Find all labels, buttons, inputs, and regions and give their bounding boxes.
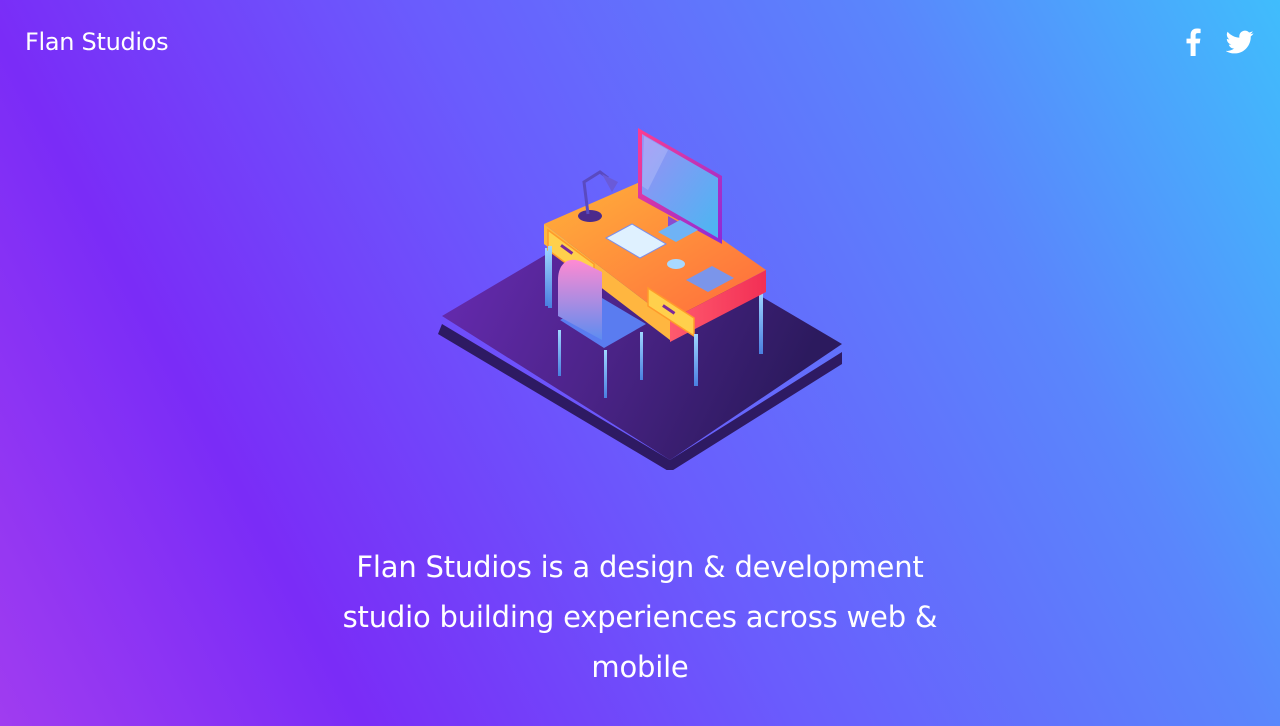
facebook-icon — [1186, 28, 1201, 56]
twitter-icon — [1226, 30, 1254, 54]
desk-illustration — [438, 128, 842, 470]
brand-logo-link[interactable]: Flan Studios — [25, 27, 169, 57]
tagline: Flan Studios is a design & development s… — [342, 550, 938, 684]
site-header: Flan Studios — [0, 0, 1280, 84]
twitter-link[interactable] — [1226, 28, 1254, 56]
facebook-link[interactable] — [1184, 28, 1202, 56]
